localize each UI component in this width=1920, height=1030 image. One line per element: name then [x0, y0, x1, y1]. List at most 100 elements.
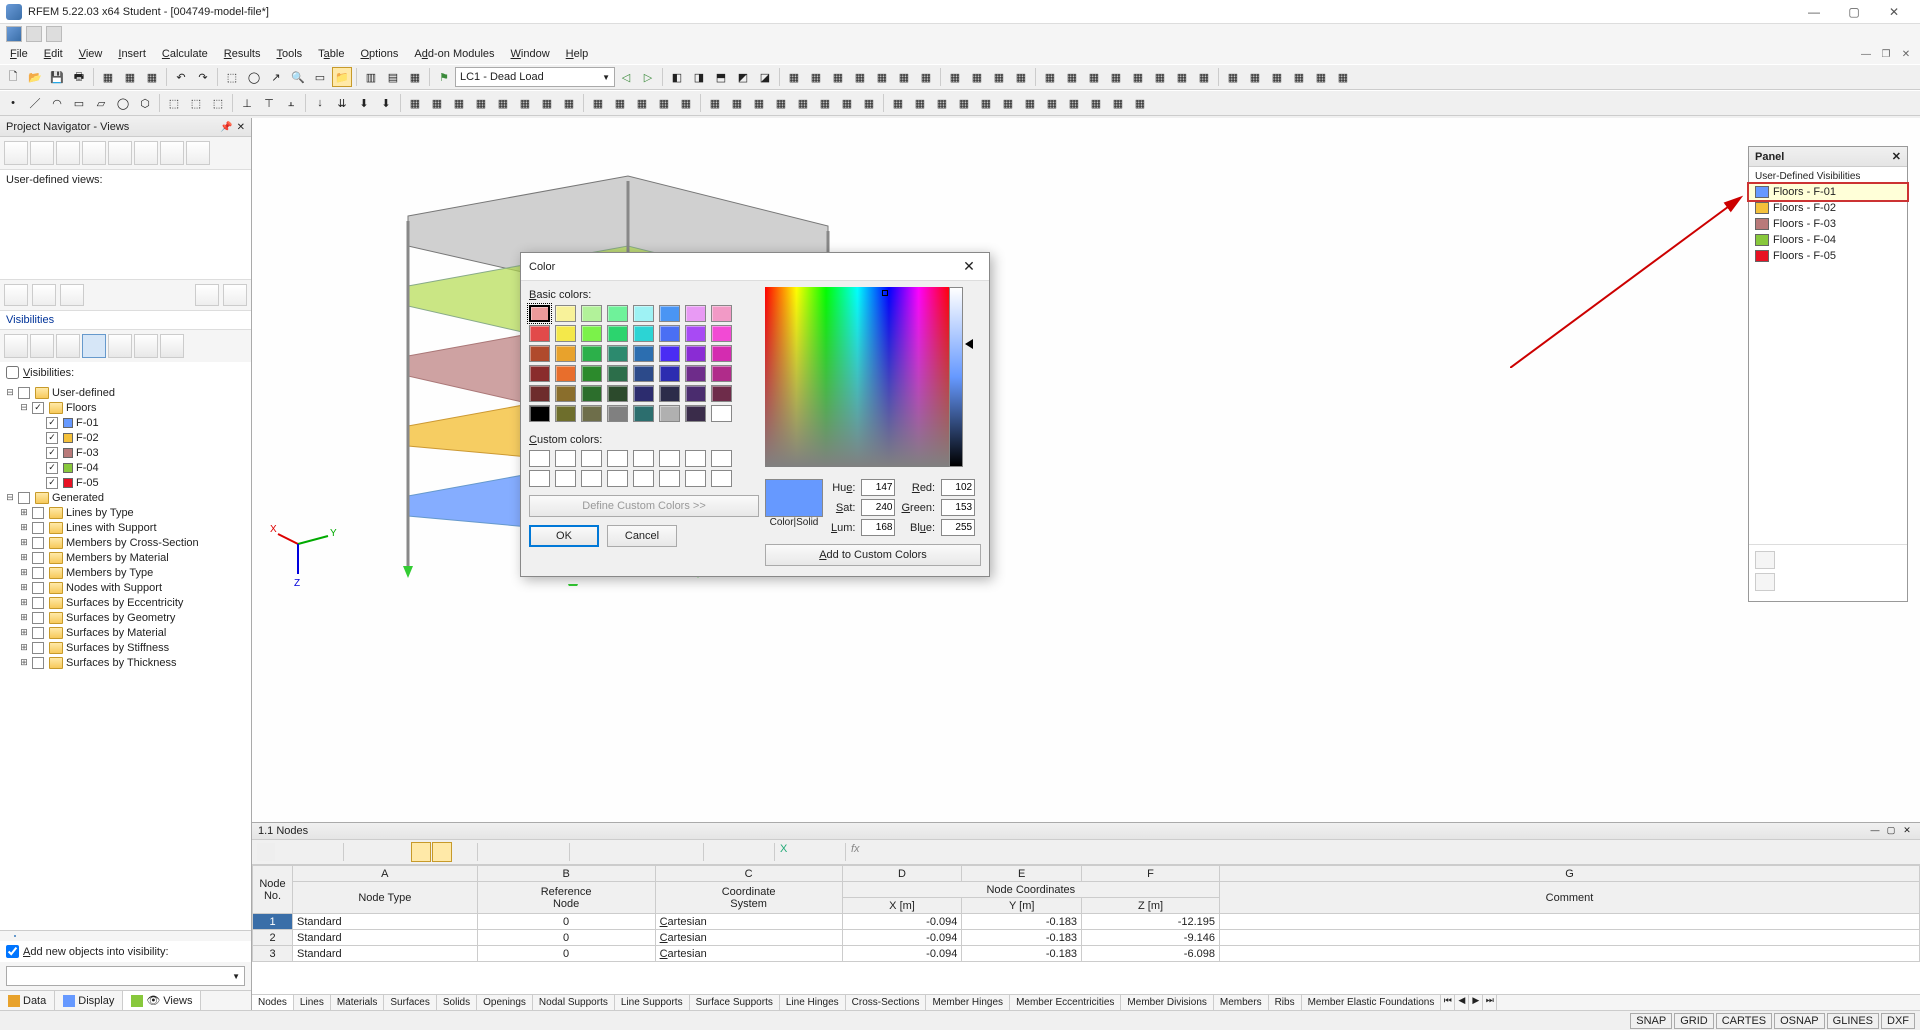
- table-tab[interactable]: Lines: [294, 995, 331, 1010]
- add-new-checkbox[interactable]: [6, 945, 19, 958]
- color-dialog-close-icon[interactable]: ✕: [957, 258, 981, 275]
- table-tool[interactable]: [750, 842, 770, 862]
- tree-checkbox[interactable]: [18, 387, 30, 399]
- table-tab[interactable]: Materials: [331, 995, 385, 1010]
- table-tool[interactable]: [595, 842, 615, 862]
- tool-icon[interactable]: ▤: [383, 67, 403, 87]
- tool-icon[interactable]: ▦: [1311, 67, 1331, 87]
- custom-color-swatch[interactable]: [659, 470, 680, 487]
- basic-color-swatch[interactable]: [659, 365, 680, 382]
- tree-checkbox[interactable]: ✓: [46, 417, 58, 429]
- visibility-tree[interactable]: ⊟User-defined⊟✓Floors✓F-01✓F-02✓F-03✓F-0…: [0, 383, 251, 930]
- tool-icon[interactable]: ▦: [727, 93, 747, 113]
- table-tool[interactable]: [348, 842, 368, 862]
- tab-display[interactable]: Display: [55, 991, 123, 1010]
- tool-icon[interactable]: ▦: [537, 93, 557, 113]
- tool-icon[interactable]: ▦: [1223, 67, 1243, 87]
- tool-icon[interactable]: ▦: [1194, 67, 1214, 87]
- custom-color-swatch[interactable]: [607, 470, 628, 487]
- table-tool[interactable]: [277, 842, 297, 862]
- basic-color-swatch[interactable]: [607, 305, 628, 322]
- basic-color-swatch[interactable]: [633, 405, 654, 422]
- table-tool[interactable]: [319, 842, 339, 862]
- mdi-restore-icon[interactable]: ❐: [1878, 47, 1894, 61]
- tool-icon[interactable]: ▦: [1150, 67, 1170, 87]
- basic-color-swatch[interactable]: [581, 345, 602, 362]
- basic-color-swatch[interactable]: [633, 365, 654, 382]
- basic-color-swatch[interactable]: [555, 405, 576, 422]
- tree-row[interactable]: ⊟Generated: [2, 490, 249, 505]
- mdi-min-icon[interactable]: —: [1858, 47, 1874, 61]
- tool-icon[interactable]: ⬡: [135, 93, 155, 113]
- custom-color-swatch[interactable]: [529, 470, 550, 487]
- table-tool[interactable]: [658, 842, 678, 862]
- cancel-button[interactable]: Cancel: [607, 525, 677, 547]
- table-tool[interactable]: [892, 842, 912, 862]
- tab-nav[interactable]: ⏭: [1483, 995, 1497, 1010]
- basic-color-swatch[interactable]: [711, 405, 732, 422]
- table-tool[interactable]: [545, 842, 565, 862]
- tool-icon[interactable]: 🔍: [288, 67, 308, 87]
- tool-icon[interactable]: ▦: [1106, 67, 1126, 87]
- basic-color-swatch[interactable]: [555, 305, 576, 322]
- basic-color-swatch[interactable]: [555, 345, 576, 362]
- basic-color-swatch[interactable]: [607, 345, 628, 362]
- status-toggle[interactable]: CARTES: [1716, 1013, 1772, 1029]
- tool-icon[interactable]: ▦: [945, 67, 965, 87]
- tool-icon[interactable]: ⬇: [376, 93, 396, 113]
- tool-icon[interactable]: ▦: [837, 93, 857, 113]
- tool-icon[interactable]: ▦: [493, 93, 513, 113]
- tool-icon[interactable]: ▦: [1086, 93, 1106, 113]
- tool-icon[interactable]: ▦: [1245, 67, 1265, 87]
- tool-icon[interactable]: ▦: [998, 93, 1018, 113]
- table-tool[interactable]: [637, 842, 657, 862]
- tree-checkbox[interactable]: [32, 507, 44, 519]
- visibilities-checkbox[interactable]: [6, 366, 19, 379]
- tool-icon[interactable]: ◠: [47, 93, 67, 113]
- table-tool[interactable]: [821, 842, 841, 862]
- view-btn[interactable]: [30, 141, 54, 165]
- tree-checkbox[interactable]: [32, 657, 44, 669]
- tool-icon[interactable]: ▦: [1062, 67, 1082, 87]
- lb-tool[interactable]: [14, 935, 16, 937]
- hue-input[interactable]: [861, 479, 895, 496]
- basic-color-swatch[interactable]: [529, 305, 550, 322]
- tool-icon[interactable]: ▦: [872, 67, 892, 87]
- basic-color-swatch[interactable]: [685, 365, 706, 382]
- tree-row[interactable]: ⊞Members by Cross-Section: [2, 535, 249, 550]
- view-btn[interactable]: [108, 141, 132, 165]
- basic-color-swatch[interactable]: [555, 365, 576, 382]
- vis-btn[interactable]: [108, 334, 132, 358]
- menu-help[interactable]: Help: [560, 46, 595, 62]
- ok-button[interactable]: OK: [529, 525, 599, 547]
- tree-row[interactable]: ⊞Surfaces by Material: [2, 625, 249, 640]
- status-toggle[interactable]: DXF: [1881, 1013, 1915, 1029]
- tool-icon[interactable]: ◩: [733, 67, 753, 87]
- mdi-close-icon[interactable]: ✕: [1898, 47, 1914, 61]
- lum-input[interactable]: [861, 519, 895, 536]
- basic-color-swatch[interactable]: [633, 385, 654, 402]
- tool-icon[interactable]: ▦: [705, 93, 725, 113]
- tool-icon[interactable]: ▦: [1128, 67, 1148, 87]
- tool-icon[interactable]: ▦: [894, 67, 914, 87]
- table-tool[interactable]: [256, 842, 276, 862]
- table-close-icon[interactable]: ✕: [1900, 825, 1914, 837]
- tree-row[interactable]: ⊞Surfaces by Eccentricity: [2, 595, 249, 610]
- tree-row[interactable]: ✓F-02: [2, 430, 249, 445]
- tree-row[interactable]: ⊞Surfaces by Stiffness: [2, 640, 249, 655]
- tab-nav[interactable]: ◀: [1455, 995, 1469, 1010]
- tool-icon[interactable]: ▦: [749, 93, 769, 113]
- custom-color-swatch[interactable]: [711, 450, 732, 467]
- tool-icon[interactable]: ▦: [1011, 67, 1031, 87]
- tree-checkbox[interactable]: ✓: [46, 462, 58, 474]
- basic-color-swatch[interactable]: [529, 325, 550, 342]
- next-icon[interactable]: ▷: [638, 67, 658, 87]
- table-tool[interactable]: [616, 842, 636, 862]
- table-tab[interactable]: Cross-Sections: [846, 995, 927, 1010]
- tree-checkbox[interactable]: [32, 522, 44, 534]
- vis-btn[interactable]: [56, 334, 80, 358]
- tree-row[interactable]: ✓F-05: [2, 475, 249, 490]
- tree-row[interactable]: ⊟✓Floors: [2, 400, 249, 415]
- table-tool[interactable]: [574, 842, 594, 862]
- menu-window[interactable]: Window: [505, 46, 556, 62]
